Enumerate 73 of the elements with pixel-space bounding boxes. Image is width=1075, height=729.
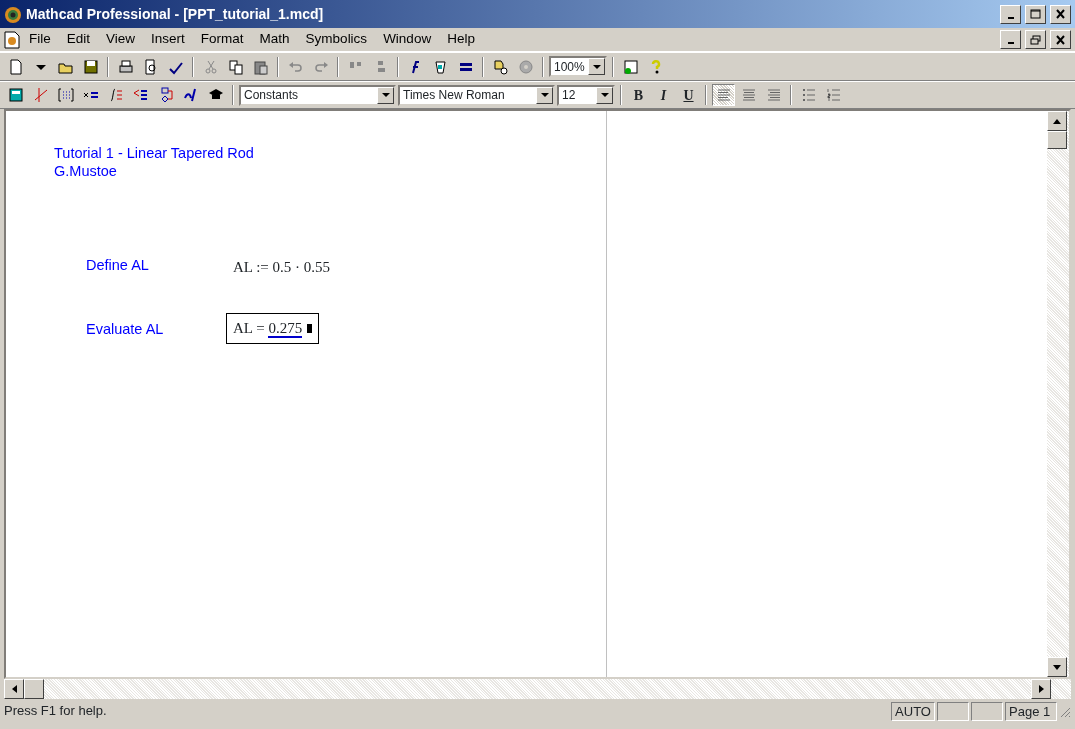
text-region: Define AL <box>86 256 150 274</box>
bold-button[interactable]: B <box>627 84 650 106</box>
app-logo-icon <box>4 5 22 24</box>
restore-button[interactable] <box>1025 30 1046 49</box>
status-pane <box>971 701 1003 721</box>
italic-button[interactable]: I <box>652 84 675 106</box>
font-dropdown[interactable]: Times New Roman <box>398 84 555 106</box>
close-button[interactable] <box>1050 30 1071 49</box>
scroll-thumb[interactable] <box>24 679 44 699</box>
graph-icon[interactable] <box>32 87 49 103</box>
align-left-icon[interactable] <box>715 87 732 103</box>
down-arrow-icon <box>1053 664 1061 670</box>
numbered-list-icon[interactable] <box>825 87 842 103</box>
text-region: Evaluate AL <box>86 320 165 338</box>
maximize-button[interactable] <box>1025 4 1046 24</box>
document-icon[interactable] <box>4 31 20 50</box>
underline-button[interactable]: U <box>677 84 700 106</box>
text-line: Tutorial 1 - Linear Tapered Rod <box>54 144 255 162</box>
close-icon <box>1055 9 1066 19</box>
right-arrow-icon <box>1038 685 1044 693</box>
close-icon <box>1055 34 1066 45</box>
math-region[interactable]: AL := 0.5 · 0.55 <box>226 252 338 283</box>
menu-item[interactable]: Edit <box>59 28 98 51</box>
minimize-icon <box>1007 42 1014 44</box>
calculator-icon[interactable] <box>7 87 24 103</box>
caret-icon <box>540 93 549 97</box>
bullet-list-icon[interactable] <box>800 87 817 103</box>
boolean-icon[interactable] <box>132 87 149 103</box>
restore-icon <box>1030 34 1041 45</box>
resize-grip-icon[interactable] <box>1059 705 1071 718</box>
window-title: Mathcad Professional - [PPT_tutorial_1.mcd] <box>26 4 324 24</box>
left-arrow-icon <box>11 685 17 693</box>
style-dropdown[interactable]: Constants <box>239 84 396 106</box>
menu-item[interactable]: Window <box>376 28 439 51</box>
new-document-icon[interactable] <box>7 58 24 75</box>
status-text: Press F1 for help. <box>4 702 108 721</box>
status-mode: AUTO <box>891 701 935 721</box>
math-region[interactable]: AL = 0.275 <box>226 313 320 344</box>
status-pane <box>937 701 969 721</box>
up-arrow-icon <box>1053 118 1061 124</box>
maximize-icon <box>1030 9 1041 19</box>
print-preview-icon[interactable] <box>142 58 159 75</box>
print-icon[interactable] <box>117 58 134 75</box>
menu-item[interactable]: View <box>99 28 143 51</box>
minimize-button[interactable] <box>1000 30 1021 49</box>
font-size-dropdown[interactable]: 12 <box>557 84 615 106</box>
caret-icon <box>600 93 609 97</box>
paste-icon[interactable] <box>252 58 269 75</box>
align-center-icon[interactable] <box>740 87 757 103</box>
menu-item[interactable]: Math <box>252 28 297 51</box>
save-icon[interactable] <box>82 58 99 75</box>
menu-item[interactable]: File <box>22 28 58 51</box>
scroll-right-button[interactable] <box>1031 679 1051 699</box>
text-line: G.Mustoe <box>54 162 118 180</box>
scroll-down-button[interactable] <box>1047 657 1067 677</box>
copy-icon[interactable] <box>227 58 244 75</box>
resource-icon[interactable] <box>492 58 509 75</box>
minimize-icon <box>1007 16 1014 19</box>
zoom-dropdown[interactable]: 100% <box>549 56 607 77</box>
scroll-up-button[interactable] <box>1047 111 1067 131</box>
minimize-button[interactable] <box>1000 4 1021 24</box>
caret-icon <box>381 93 390 97</box>
menu-item[interactable]: Help <box>440 28 482 51</box>
menu-item[interactable]: Symbolics <box>298 28 375 51</box>
scroll-left-button[interactable] <box>4 679 24 699</box>
caret-icon <box>592 64 601 69</box>
align-right-icon[interactable] <box>765 87 782 103</box>
matrix-icon[interactable] <box>57 87 74 103</box>
menu-item[interactable]: Insert <box>144 28 192 51</box>
close-button[interactable] <box>1050 4 1071 24</box>
menu-item[interactable]: Format <box>193 28 251 51</box>
status-page: Page 1 <box>1005 701 1057 721</box>
scroll-thumb[interactable] <box>1047 131 1067 149</box>
